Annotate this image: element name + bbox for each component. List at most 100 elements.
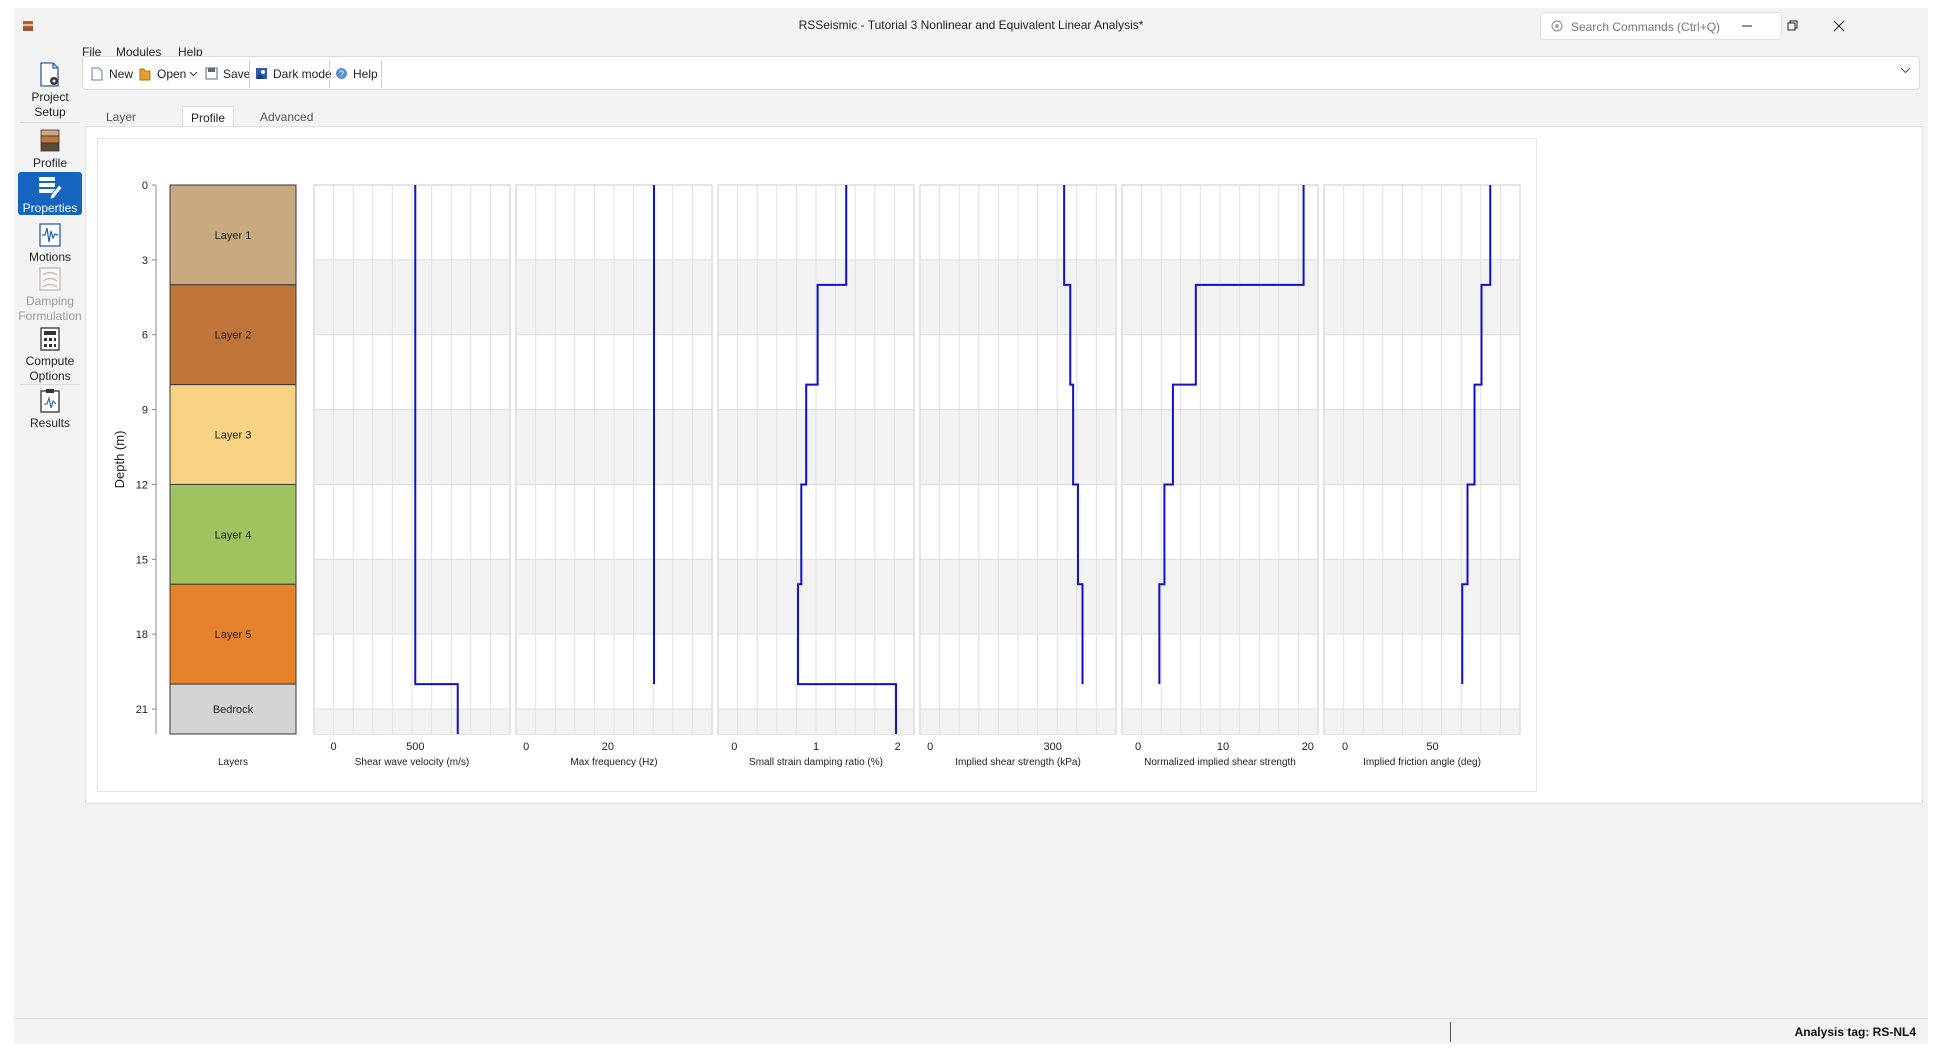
sidebar-divider: [20, 122, 80, 123]
sidebar-label-damping: Damping: [25, 294, 75, 308]
minimize-button[interactable]: [1724, 8, 1770, 44]
close-button[interactable]: [1816, 8, 1862, 44]
save-label: Save: [223, 67, 251, 81]
x-tick-label: 0: [523, 741, 529, 753]
open-label: Open: [157, 67, 187, 81]
sidebar-item-profile[interactable]: Profile: [18, 128, 82, 172]
motions-icon: [39, 223, 61, 247]
results-icon: [40, 389, 60, 413]
depth-tick-label: 21: [136, 704, 148, 716]
toolbar-divider: [249, 60, 250, 88]
x-tick-label: 50: [1426, 741, 1438, 753]
chevron-down-icon: [189, 71, 198, 77]
properties-icon: [39, 177, 63, 199]
layer-label: Layer 1: [215, 230, 252, 242]
help-label: Help: [353, 67, 378, 81]
depth-tick-label: 3: [142, 255, 148, 267]
sidebar-label-profile: Profile: [32, 156, 67, 170]
svg-text:?: ?: [339, 69, 344, 79]
sidebar-item-compute-options[interactable]: Compute Options: [18, 326, 82, 383]
sidebar-label-formulation: Formulation: [18, 309, 82, 323]
open-button[interactable]: Open: [139, 64, 201, 84]
panel-axis-label: Normalized implied shear strength: [1144, 757, 1296, 768]
toolbar-divider: [381, 60, 382, 88]
restore-button[interactable]: [1770, 8, 1816, 44]
toolbar-divider: [329, 60, 330, 88]
help-icon: ?: [336, 68, 347, 79]
modules-sidebar: Project Setup Profile Properties Motions…: [14, 44, 88, 1024]
dark-mode-icon: [256, 68, 267, 79]
status-bar: Analysis tag: RS-NL4: [14, 1018, 1928, 1044]
property-panel: [919, 184, 1117, 735]
panel-axis-label: Implied friction angle (deg): [1363, 757, 1481, 768]
depth-tick-label: 15: [136, 554, 148, 566]
property-panel: [313, 184, 511, 735]
layers-axis-label: Layers: [218, 757, 248, 768]
depth-tick-label: 9: [142, 405, 148, 417]
sidebar-item-results[interactable]: Results: [18, 388, 82, 432]
x-tick-label: 300: [1044, 741, 1062, 753]
sidebar-label-results: Results: [29, 416, 70, 430]
close-icon: [1833, 20, 1845, 32]
compute-icon: [40, 327, 60, 351]
property-panel: [1323, 184, 1521, 735]
layer-label: Bedrock: [213, 704, 254, 716]
x-tick-label: 0: [1342, 741, 1348, 753]
tab-layer-properties[interactable]: Layer properties: [98, 106, 167, 146]
depth-axis-label: Depth (m): [112, 431, 127, 489]
new-label: New: [109, 67, 134, 81]
new-button[interactable]: New: [91, 64, 135, 84]
sidebar-item-properties[interactable]: Properties: [18, 172, 82, 215]
property-panel: [1121, 184, 1319, 735]
panel-axis-label: Small strain damping ratio (%): [749, 757, 883, 768]
x-tick-label: 1: [813, 741, 819, 753]
help-button[interactable]: ? Help: [335, 64, 378, 84]
depth-tick-label: 12: [136, 479, 148, 491]
dark-mode-button[interactable]: Dark mode: [255, 64, 332, 84]
search-icon: [1551, 20, 1563, 32]
sidebar-item-damping-formulation[interactable]: Damping Formulation: [18, 266, 82, 323]
open-folder-icon: [139, 68, 151, 81]
x-tick-label: 2: [895, 741, 901, 753]
x-tick-label: 0: [331, 741, 337, 753]
minimize-icon: [1742, 25, 1752, 27]
x-tick-label: 0: [927, 741, 933, 753]
sidebar-label-motions: Motions: [28, 250, 72, 264]
sidebar-label-project: Project: [31, 90, 69, 104]
sidebar-divider: [20, 384, 80, 385]
layer-label: Layer 5: [215, 629, 252, 641]
sidebar-label-properties: Properties: [22, 201, 78, 215]
x-tick-label: 500: [406, 741, 424, 753]
property-panel: [515, 184, 713, 735]
property-panel: [717, 184, 915, 735]
collapse-ribbon-icon[interactable]: [1900, 67, 1911, 74]
sidebar-item-motions[interactable]: Motions: [18, 222, 82, 266]
damping-icon: [39, 267, 61, 291]
x-tick-label: 0: [731, 741, 737, 753]
x-tick-label: 0: [1135, 741, 1141, 753]
panel-axis-label: Implied shear strength (kPa): [955, 757, 1081, 768]
x-tick-label: 10: [1217, 741, 1229, 753]
layer-label: Layer 3: [215, 430, 252, 442]
toolbar: New Open Save Dark mode ? Help: [82, 56, 1920, 90]
x-tick-label: 20: [602, 741, 614, 753]
analysis-tag: Analysis tag: RS-NL4: [1794, 1025, 1916, 1039]
sidebar-label-compute: Compute: [25, 354, 75, 368]
status-divider: [1450, 1022, 1451, 1042]
sidebar-label-options: Options: [29, 369, 71, 383]
tab-advanced-table-view[interactable]: Advanced table view: [252, 106, 321, 146]
sidebar-item-project-setup[interactable]: Project Setup: [18, 62, 82, 119]
tab-profile-plots[interactable]: Profile plots: [182, 106, 235, 147]
depth-tick-label: 18: [136, 629, 148, 641]
save-button[interactable]: Save: [205, 64, 250, 84]
profile-plots-area: 0 3 6 9 12 15 18 21 Depth (m) Layer 1 Layer 2 Layer…: [97, 138, 1537, 792]
panel-axis-label: Shear wave velocity (m/s): [355, 757, 469, 768]
project-setup-icon: [40, 62, 59, 87]
profile-plots-chart: 036912151821Depth (m)Layer 1Layer 2Layer…: [112, 180, 1521, 768]
x-tick-label: 20: [1302, 741, 1314, 753]
depth-tick-label: 0: [142, 180, 148, 192]
profile-icon: [40, 129, 60, 152]
panel-axis-label: Max frequency (Hz): [570, 757, 657, 768]
depth-tick-label: 6: [142, 330, 148, 342]
dark-mode-label: Dark mode: [273, 67, 332, 81]
